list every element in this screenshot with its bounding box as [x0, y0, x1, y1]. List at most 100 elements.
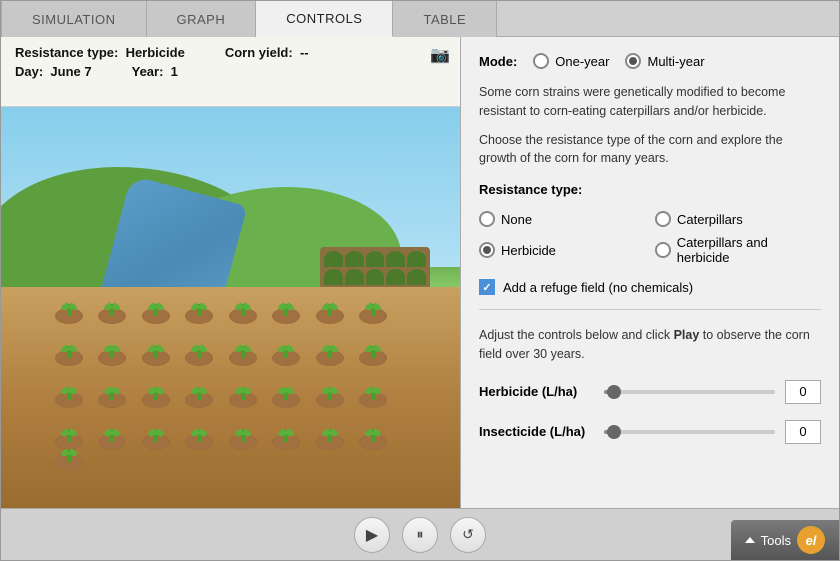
mode-one-year-option[interactable]: One-year — [533, 53, 609, 69]
resistance-caterpillars-option[interactable]: Caterpillars — [655, 211, 821, 227]
plant-cell — [49, 370, 89, 408]
plant-cell — [223, 370, 263, 408]
controls-panel: Mode: One-year Multi-year Some corn stra… — [461, 37, 839, 508]
plant-mound — [229, 434, 257, 450]
insecticide-slider-track[interactable] — [604, 430, 775, 434]
resistance-both-label: Caterpillars and herbicide — [677, 235, 821, 265]
plant-cell — [49, 286, 89, 324]
plant-cell — [136, 370, 176, 408]
plant-cell — [267, 412, 307, 450]
plant-mound — [98, 308, 126, 324]
mode-label: Mode: — [479, 54, 517, 69]
plant-mound — [98, 392, 126, 408]
tab-simulation[interactable]: SIMULATION — [1, 1, 147, 37]
tools-triangle-icon — [745, 537, 755, 543]
landscape — [1, 107, 460, 508]
plant-cell — [49, 454, 89, 470]
plant-mound — [55, 454, 83, 470]
refuge-checkbox[interactable] — [479, 279, 495, 295]
sim-info-row-2: Day: June 7 Year: 1 — [15, 64, 446, 79]
distant-plant — [366, 251, 385, 267]
plant-cell — [310, 286, 350, 324]
resistance-caterpillars-radio[interactable] — [655, 211, 671, 227]
insecticide-value: 0 — [799, 424, 806, 439]
plant-mound — [98, 350, 126, 366]
plant-mound — [185, 434, 213, 450]
resistance-none-option[interactable]: None — [479, 211, 645, 227]
tab-graph[interactable]: GRAPH — [147, 1, 257, 37]
plant-mound — [185, 392, 213, 408]
tab-controls[interactable]: CONTROLS — [256, 1, 393, 37]
adjust-bold: Play — [674, 328, 700, 342]
plant-cell — [354, 370, 394, 408]
plant-cell — [223, 286, 263, 324]
tab-bar: SIMULATION GRAPH CONTROLS TABLE — [1, 1, 839, 37]
distant-plant — [407, 251, 426, 267]
resistance-herbicide-radio[interactable] — [479, 242, 495, 258]
plant-cell — [267, 328, 307, 366]
play-icon: ▶ — [366, 525, 378, 545]
plant-cell — [267, 370, 307, 408]
plant-cell — [93, 412, 133, 450]
tab-table[interactable]: TABLE — [393, 1, 497, 37]
plant-mound — [229, 350, 257, 366]
sim-info-bar: Resistance type: Herbicide Corn yield: -… — [1, 37, 460, 107]
herbicide-slider-row: Herbicide (L/ha) 0 — [479, 380, 821, 404]
herbicide-value: 0 — [799, 384, 806, 399]
resistance-herbicide-option[interactable]: Herbicide — [479, 235, 645, 265]
plant-mound — [55, 434, 83, 450]
description-text-2: Choose the resistance type of the corn a… — [479, 131, 821, 169]
content-area: Resistance type: Herbicide Corn yield: -… — [1, 37, 839, 508]
plant-mound — [142, 434, 170, 450]
pause-icon: ⏸ — [417, 526, 424, 543]
resistance-options: None Caterpillars Herbicide Caterpillars… — [479, 211, 821, 265]
plant-mound — [272, 434, 300, 450]
plant-cell — [49, 328, 89, 366]
plant-mound — [55, 350, 83, 366]
plant-cell — [180, 412, 220, 450]
refuge-row: Add a refuge field (no chemicals) — [479, 279, 821, 295]
resistance-type-info: Resistance type: Herbicide — [15, 45, 185, 60]
mode-multi-year-option[interactable]: Multi-year — [625, 53, 704, 69]
mode-one-year-radio[interactable] — [533, 53, 549, 69]
distant-plant — [386, 251, 405, 267]
plant-cell — [310, 328, 350, 366]
reset-button[interactable]: ↺ — [450, 517, 486, 553]
pause-button[interactable]: ⏸ — [402, 517, 438, 553]
plant-mound — [272, 350, 300, 366]
plant-cell — [49, 412, 89, 450]
adjust-text: Adjust the controls below and click Play… — [479, 326, 821, 364]
plant-mound — [185, 308, 213, 324]
camera-icon[interactable]: 📷 — [430, 45, 450, 65]
plant-cell — [93, 328, 133, 366]
day-info: Day: June 7 — [15, 64, 92, 79]
description-text-1: Some corn strains were genetically modif… — [479, 83, 821, 121]
year-info: Year: 1 — [132, 64, 178, 79]
plant-cell — [180, 370, 220, 408]
herbicide-slider-thumb[interactable] — [607, 385, 621, 399]
plant-mound — [359, 392, 387, 408]
resistance-none-radio[interactable] — [479, 211, 495, 227]
plant-cell — [180, 286, 220, 324]
resistance-type-label: Resistance type: — [479, 182, 821, 197]
plant-mound — [98, 434, 126, 450]
herbicide-slider-track[interactable] — [604, 390, 775, 394]
herbicide-slider-label: Herbicide (L/ha) — [479, 384, 594, 399]
resistance-none-label: None — [501, 212, 532, 227]
plant-mound — [316, 308, 344, 324]
tools-button[interactable]: Tools el — [731, 520, 839, 560]
resistance-both-radio[interactable] — [655, 242, 671, 258]
play-button[interactable]: ▶ — [354, 517, 390, 553]
distant-plant — [345, 251, 364, 267]
plant-cell — [354, 328, 394, 366]
resistance-herbicide-label: Herbicide — [501, 243, 556, 258]
plant-cell — [93, 370, 133, 408]
mode-multi-year-radio[interactable] — [625, 53, 641, 69]
resistance-both-option[interactable]: Caterpillars and herbicide — [655, 235, 821, 265]
plant-cell — [354, 412, 394, 450]
plant-mound — [272, 392, 300, 408]
insecticide-slider-thumb[interactable] — [607, 425, 621, 439]
plant-cell — [267, 286, 307, 324]
insecticide-slider-row: Insecticide (L/ha) 0 — [479, 420, 821, 444]
herbicide-value-box: 0 — [785, 380, 821, 404]
